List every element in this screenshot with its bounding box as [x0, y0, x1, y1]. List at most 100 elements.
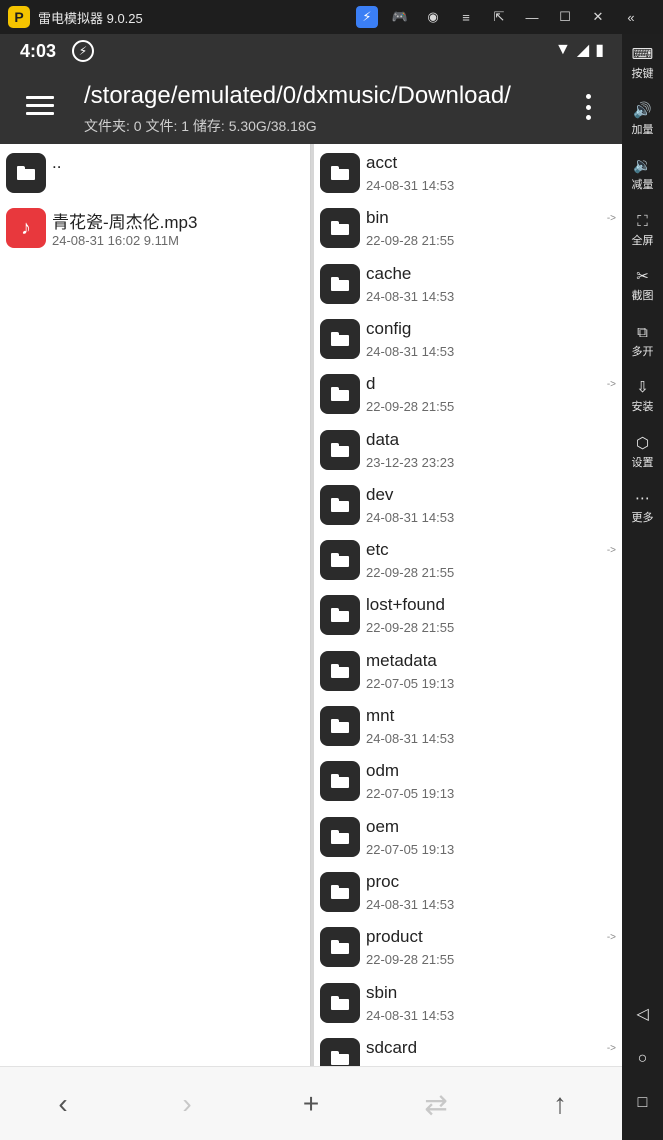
side-toolbar-item[interactable]: 🔉 减量	[622, 155, 663, 203]
status-time: 4:03	[20, 41, 57, 61]
list-item-folder[interactable]: metadata 22-07-05 19:13	[314, 642, 622, 697]
close-icon[interactable]: ✕	[587, 6, 609, 28]
list-item-folder[interactable]: product 22-09-28 21:55 ->	[314, 918, 622, 973]
side-toolbar-label: 按键	[631, 68, 654, 80]
side-toolbar-item[interactable]: 🔊 加量	[622, 100, 663, 148]
list-item-folder[interactable]: proc 24-08-31 14:53	[314, 863, 622, 918]
settings-icon: ⬡	[635, 434, 650, 452]
forward-button[interactable]: ›	[167, 1087, 207, 1121]
folder-meta: 22-07-05 19:13	[366, 675, 455, 691]
title-bar-controls: ⚡ 🎮 ◉ ≡ ⇱ — ☐ ✕ «	[356, 0, 653, 34]
emulator-title-bar: P 雷电模拟器 9.0.25 ⚡ 🎮 ◉ ≡ ⇱ — ☐ ✕ «	[0, 0, 663, 34]
folder-icon	[320, 706, 360, 746]
emulator-logo-icon: P	[8, 6, 30, 28]
folder-icon	[320, 595, 360, 636]
folder-icon	[6, 153, 46, 193]
battery-icon: ▮	[595, 42, 604, 59]
swap-panes-button[interactable]: ⇄	[416, 1087, 456, 1121]
minimize-icon[interactable]: —	[521, 6, 543, 28]
up-directory-button[interactable]: ↑	[540, 1087, 580, 1121]
menu-icon[interactable]: ≡	[455, 6, 477, 28]
list-item-folder[interactable]: cache 24-08-31 14:53	[314, 255, 622, 310]
side-toolbar-label: 截图	[631, 290, 654, 302]
list-item-folder[interactable]: dev 24-08-31 14:53	[314, 476, 622, 531]
folder-name: odm	[366, 761, 400, 781]
list-item-parent-folder[interactable]: ..	[0, 144, 310, 199]
side-toolbar-item[interactable]: ⧉ 多开	[622, 322, 663, 370]
account-icon[interactable]: ◉	[422, 6, 444, 28]
folder-name: cache	[366, 263, 412, 283]
side-toolbar-label: 安装	[631, 401, 654, 413]
folder-name: data	[366, 429, 400, 449]
folder-icon	[320, 429, 360, 470]
folder-icon	[320, 1037, 360, 1066]
list-item-folder[interactable]: sdcard24-08-31 16:02->	[314, 1029, 622, 1066]
collapse-sidebar-icon[interactable]: «	[620, 6, 642, 28]
folder-meta: 23-12-23 23:23	[366, 454, 455, 470]
list-item-folder[interactable]: data 23-12-23 23:23	[314, 421, 622, 476]
side-toolbar-label: 更多	[631, 512, 654, 524]
folder-meta: 22-07-05 19:13	[366, 841, 455, 857]
side-toolbar-label: 加量	[631, 123, 654, 136]
list-item-folder[interactable]: lost+found 22-09-28 21:55	[314, 586, 622, 641]
side-toolbar-item[interactable]: ⬡ 设置	[622, 433, 663, 481]
symlink-marker: ->	[606, 545, 616, 557]
folder-name: acct	[366, 153, 398, 172]
folder-icon	[320, 650, 360, 691]
power-saver-icon: ⚡	[72, 40, 94, 62]
android-recent-apps-icon[interactable]: □	[622, 1088, 663, 1118]
folder-meta: 24-08-31 14:53	[366, 509, 455, 525]
folder-icon	[320, 982, 360, 1023]
hamburger-menu-icon[interactable]	[26, 96, 54, 116]
file-name: ..	[52, 153, 62, 172]
folder-meta: 24-08-31 14:53	[366, 178, 455, 193]
folder-meta: 22-09-28 21:55	[366, 399, 455, 415]
side-toolbar-item[interactable]: ⇩ 安装	[622, 377, 663, 425]
android-back-icon[interactable]: ◁	[622, 999, 663, 1029]
symlink-marker: ->	[606, 932, 616, 944]
list-item-folder[interactable]: acct 24-08-31 14:53	[314, 144, 622, 199]
side-toolbar-item[interactable]: ⋯ 更多	[622, 488, 663, 536]
folder-meta: 24-08-31 14:53	[366, 731, 455, 746]
file-meta: 24-08-31 16:02 9.11M	[52, 233, 179, 248]
bolt-app-icon[interactable]: ⚡	[356, 6, 378, 28]
list-item-folder[interactable]: oem 22-07-05 19:13	[314, 808, 622, 863]
side-toolbar-item[interactable]: ⛶ 全屏	[622, 211, 663, 259]
list-item-folder[interactable]: etc 22-09-28 21:55 ->	[314, 531, 622, 586]
list-item-folder[interactable]: config 24-08-31 14:53	[314, 310, 622, 365]
list-item-folder[interactable]: bin 22-09-28 21:55 ->	[314, 199, 622, 254]
wifi-icon: ▼	[555, 41, 571, 58]
add-button[interactable]: +	[291, 1087, 331, 1121]
left-file-pane[interactable]: .. ♪ 青花瓷-周杰伦.mp3 24-08-31 16:02 9.11M	[0, 144, 311, 1066]
list-item-folder[interactable]: mnt 24-08-31 14:53	[314, 697, 622, 752]
list-item-folder[interactable]: sbin 24-08-31 14:53	[314, 974, 622, 1029]
symlink-marker: ->	[606, 379, 616, 391]
side-toolbar-item[interactable]: ✂ 截图	[622, 266, 663, 314]
fullscreen-icon: ⛶	[637, 212, 648, 230]
right-file-pane[interactable]: acct 24-08-31 14:53 bin 22-09-28 21:55 -> cac…	[311, 144, 622, 1066]
folder-icon	[320, 484, 360, 525]
list-item-folder[interactable]: d 22-09-28 21:55 ->	[314, 365, 622, 420]
emulator-window: P 雷电模拟器 9.0.25 ⚡ 🎮 ◉ ≡ ⇱ — ☐ ✕ « 4:03 ⚡ …	[0, 0, 663, 1140]
folder-meta: 24-08-31 14:53	[366, 1007, 455, 1023]
side-toolbar-item[interactable]: ⌨ 按键	[622, 44, 663, 92]
overflow-menu-icon[interactable]	[584, 94, 592, 120]
bottom-action-bar: ‹ › + ⇄ ↑	[0, 1066, 622, 1140]
keyboard-icon: ⌨	[631, 46, 654, 63]
file-name: 青花瓷-周杰伦.mp3	[52, 213, 198, 232]
folder-name: proc	[366, 871, 400, 891]
folder-name: oem	[366, 816, 400, 836]
back-button[interactable]: ‹	[43, 1087, 83, 1121]
current-path[interactable]: /storage/emulated/0/dxmusic/Download/	[84, 82, 511, 110]
status-indicators: ▼ ◢ ▮	[555, 40, 604, 60]
maximize-icon[interactable]: ☐	[554, 6, 576, 28]
android-home-icon[interactable]: ○	[622, 1044, 663, 1074]
folder-icon	[320, 540, 360, 581]
folder-name: sbin	[366, 982, 398, 1002]
export-icon[interactable]: ⇱	[488, 6, 510, 28]
gamepad-icon[interactable]: 🎮	[389, 6, 411, 28]
folder-name: d	[366, 374, 376, 394]
list-item-folder[interactable]: odm 22-07-05 19:13	[314, 752, 622, 807]
folder-name: etc	[366, 540, 389, 560]
list-item-file[interactable]: ♪ 青花瓷-周杰伦.mp3 24-08-31 16:02 9.11M	[0, 199, 310, 254]
